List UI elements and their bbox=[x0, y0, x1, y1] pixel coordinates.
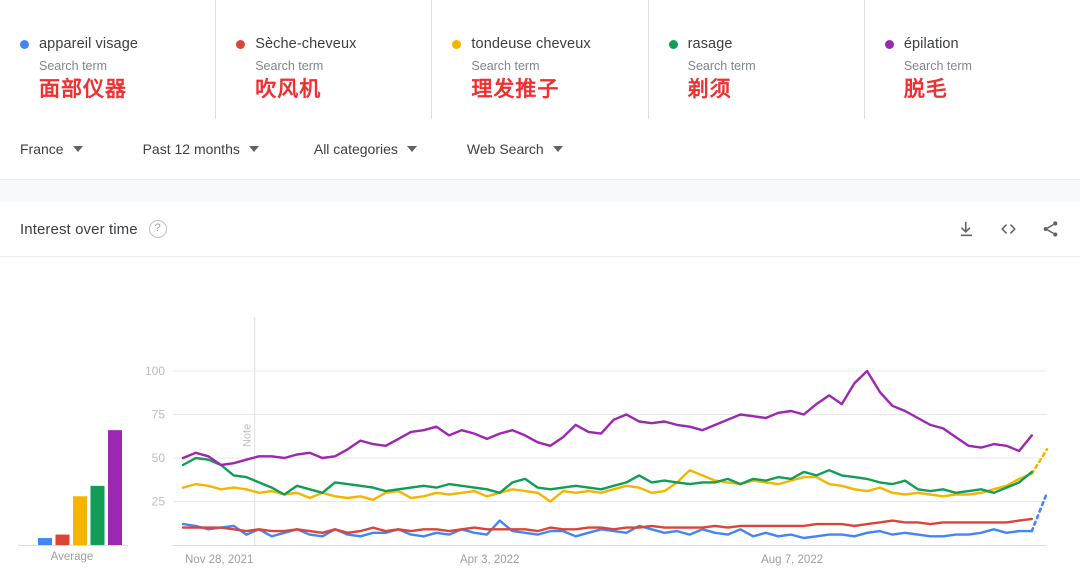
average-bar bbox=[108, 430, 122, 545]
term-translation: 脱毛 bbox=[904, 77, 1080, 103]
y-axis-tick-label: 75 bbox=[152, 408, 166, 422]
note-label: Note bbox=[242, 424, 254, 447]
series-projection-line bbox=[1032, 449, 1047, 473]
term-type-label: Search term bbox=[904, 59, 1080, 73]
term-header: tondeuse cheveux bbox=[452, 36, 647, 52]
term-translation: 理发推子 bbox=[471, 77, 647, 103]
term-type-label: Search term bbox=[688, 59, 864, 73]
term-color-dot-icon bbox=[452, 40, 461, 49]
term-color-dot-icon bbox=[20, 40, 29, 49]
average-bar bbox=[91, 486, 105, 545]
average-bar bbox=[38, 538, 52, 545]
term-card-1[interactable]: appareil visage Search term 面部仪器 bbox=[0, 0, 216, 119]
series-line bbox=[183, 470, 1032, 501]
search-terms-row: appareil visage Search term 面部仪器 Sèche-c… bbox=[0, 0, 1080, 120]
y-axis-tick-label: 100 bbox=[145, 364, 165, 378]
term-type-label: Search term bbox=[39, 59, 215, 73]
series-line bbox=[183, 458, 1032, 495]
google-trends-page: appareil visage Search term 面部仪器 Sèche-c… bbox=[0, 0, 1080, 569]
term-header: épilation bbox=[885, 36, 1080, 52]
average-label: Average bbox=[51, 551, 94, 563]
x-axis-tick-label: Nov 28, 2021 bbox=[185, 554, 253, 566]
time-filter-label: Past 12 months bbox=[143, 141, 240, 157]
download-icon[interactable] bbox=[957, 220, 976, 239]
chevron-down-icon bbox=[249, 146, 259, 152]
term-name: appareil visage bbox=[39, 36, 138, 52]
section-divider bbox=[0, 180, 1080, 202]
region-filter-label: France bbox=[20, 141, 64, 157]
chevron-down-icon bbox=[73, 146, 83, 152]
help-icon[interactable]: ? bbox=[149, 220, 167, 238]
search-type-filter-label: Web Search bbox=[467, 141, 544, 157]
term-header: appareil visage bbox=[20, 36, 215, 52]
x-axis-tick-label: Apr 3, 2022 bbox=[460, 554, 519, 566]
term-translation: 面部仪器 bbox=[39, 77, 215, 103]
chevron-down-icon bbox=[553, 146, 563, 152]
term-card-2[interactable]: Sèche-cheveux Search term 吹风机 bbox=[216, 0, 432, 119]
term-type-label: Search term bbox=[255, 59, 431, 73]
term-card-4[interactable]: rasage Search term 剃须 bbox=[649, 0, 865, 119]
y-axis-tick-label: 25 bbox=[152, 495, 166, 509]
term-color-dot-icon bbox=[885, 40, 894, 49]
term-type-label: Search term bbox=[471, 59, 647, 73]
category-filter[interactable]: All categories bbox=[314, 141, 417, 157]
term-header: rasage bbox=[669, 36, 864, 52]
search-type-filter[interactable]: Web Search bbox=[467, 141, 563, 157]
term-name: rasage bbox=[688, 36, 733, 52]
term-name: tondeuse cheveux bbox=[471, 36, 590, 52]
term-translation: 剃须 bbox=[688, 77, 864, 103]
term-color-dot-icon bbox=[669, 40, 678, 49]
chart-area: Average 25 50 75 100 Note Nov 28, 2021 Apr 3, 2… bbox=[0, 257, 1080, 567]
term-translation: 吹风机 bbox=[255, 77, 431, 103]
page-title: Interest over time bbox=[20, 221, 138, 238]
average-bar bbox=[73, 496, 87, 545]
code-icon[interactable] bbox=[998, 220, 1019, 239]
time-filter[interactable]: Past 12 months bbox=[143, 141, 259, 157]
interest-over-time-card: Interest over time ? Avera bbox=[0, 202, 1080, 569]
term-name: Sèche-cheveux bbox=[255, 36, 356, 52]
series-line bbox=[183, 371, 1032, 465]
filter-bar: France Past 12 months All categories Web… bbox=[0, 119, 1080, 180]
region-filter[interactable]: France bbox=[20, 141, 83, 157]
interest-over-time-chart[interactable]: Average 25 50 75 100 Note Nov 28, 2021 Apr 3, 2… bbox=[0, 257, 1080, 567]
term-name: épilation bbox=[904, 36, 959, 52]
average-bar bbox=[56, 535, 70, 545]
term-header: Sèche-cheveux bbox=[236, 36, 431, 52]
series-projection-line bbox=[1032, 493, 1047, 531]
card-actions bbox=[957, 220, 1060, 239]
y-axis-tick-label: 50 bbox=[152, 451, 166, 465]
term-card-3[interactable]: tondeuse cheveux Search term 理发推子 bbox=[432, 0, 648, 119]
category-filter-label: All categories bbox=[314, 141, 398, 157]
term-color-dot-icon bbox=[236, 40, 245, 49]
x-axis-tick-label: Aug 7, 2022 bbox=[761, 554, 823, 566]
term-card-5[interactable]: épilation Search term 脱毛 bbox=[865, 0, 1080, 119]
chevron-down-icon bbox=[407, 146, 417, 152]
card-header: Interest over time ? bbox=[0, 202, 1080, 257]
share-icon[interactable] bbox=[1041, 220, 1060, 239]
